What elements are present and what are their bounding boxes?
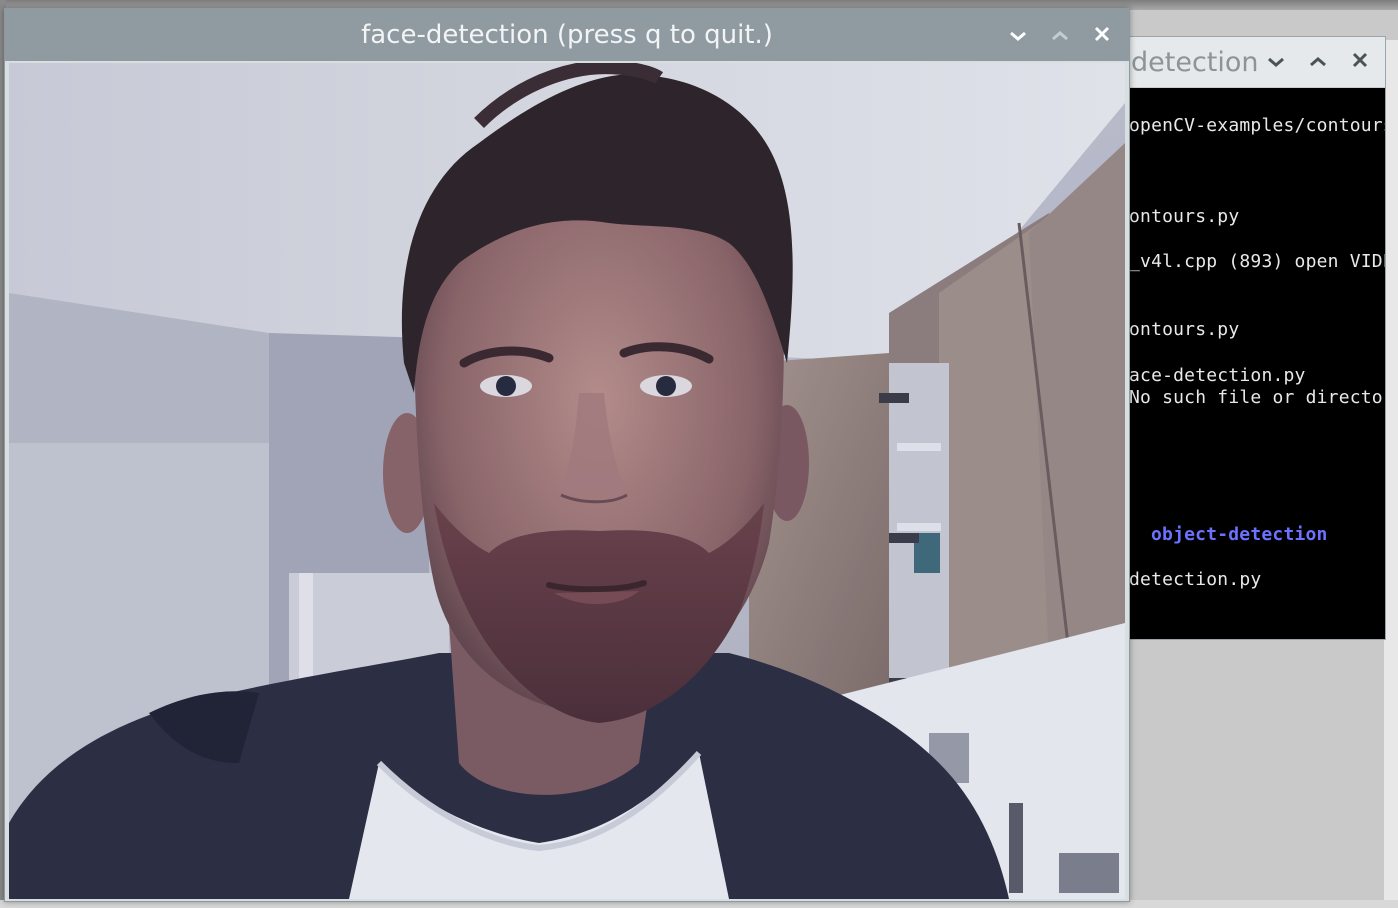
terminal-line: ontours.py	[1129, 319, 1240, 340]
terminal-output[interactable]: openCV-examples/contours ontours.py _v4l…	[1111, 87, 1385, 639]
camera-video-frame	[9, 63, 1125, 899]
terminal-line: detection.py	[1129, 569, 1262, 590]
terminal-close-button[interactable]	[1347, 49, 1373, 75]
desktop-edge-right	[1384, 40, 1398, 908]
window-title: face-detection (press q to quit.)	[361, 20, 773, 50]
terminal-line: ontours.py	[1129, 206, 1240, 227]
terminal-window[interactable]: detection openCV-examples/contours ontou…	[1110, 36, 1386, 640]
minimize-button[interactable]	[1004, 22, 1032, 50]
face-detection-window[interactable]: face-detection (press q to quit.)	[4, 8, 1130, 902]
camera-titlebar[interactable]: face-detection (press q to quit.)	[5, 9, 1129, 61]
terminal-maximize-button[interactable]	[1305, 49, 1331, 75]
terminal-titlebar[interactable]: detection	[1111, 37, 1385, 88]
close-button[interactable]	[1088, 22, 1116, 50]
terminal-line: ace-detection.py	[1129, 365, 1306, 386]
chevron-down-icon	[1009, 27, 1027, 46]
terminal-line: openCV-examples/contours	[1129, 115, 1385, 136]
close-icon	[1352, 52, 1368, 72]
close-icon	[1094, 26, 1110, 46]
webcam-image	[9, 63, 1125, 899]
terminal-line: _v4l.cpp (893) open VIDE	[1129, 251, 1385, 272]
chevron-down-icon	[1267, 53, 1285, 72]
terminal-line: No such file or director	[1129, 387, 1385, 408]
terminal-minimize-button[interactable]	[1263, 49, 1289, 75]
maximize-button[interactable]	[1046, 22, 1074, 50]
terminal-directory-entry: object-detection	[1151, 524, 1328, 545]
chevron-up-icon	[1051, 27, 1069, 46]
chevron-up-icon	[1309, 53, 1327, 72]
terminal-title: detection	[1131, 47, 1259, 78]
